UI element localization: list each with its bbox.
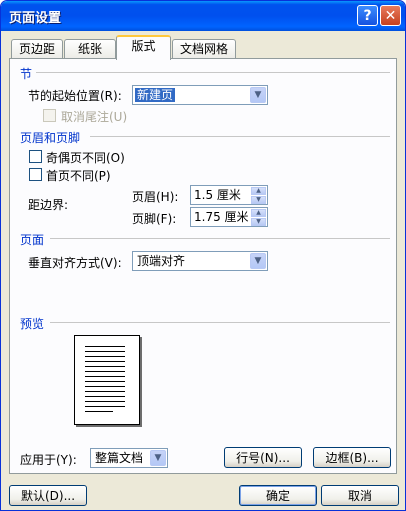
preview-divider xyxy=(50,322,390,323)
suppress-endnotes-checkbox[interactable] xyxy=(43,109,56,122)
header-distance-value: 1.5 厘米 xyxy=(194,188,241,202)
cancel-button[interactable]: 取消 xyxy=(321,485,399,506)
close-icon: ✕ xyxy=(384,7,397,24)
tab-paper[interactable]: 纸张 xyxy=(64,39,116,59)
section-group-title: 节 xyxy=(20,67,33,81)
page-group-title: 页面 xyxy=(20,233,45,247)
chevron-down-icon[interactable]: ▼ xyxy=(150,450,166,466)
chevron-down-icon[interactable]: ▼ xyxy=(250,253,266,269)
apply-to-value: 整篇文档 xyxy=(95,451,144,465)
help-button[interactable]: ? xyxy=(357,5,378,26)
headers-footers-divider xyxy=(90,136,390,137)
spin-up-icon[interactable]: ▲ xyxy=(251,187,266,195)
section-start-value: 新建页 xyxy=(135,88,176,102)
footer-distance-spinner[interactable]: 1.75 厘米 ▲ ▼ xyxy=(190,207,268,227)
chevron-down-icon[interactable]: ▼ xyxy=(250,87,266,103)
borders-button[interactable]: 边框(B)... xyxy=(313,447,391,468)
spin-up-icon[interactable]: ▲ xyxy=(251,209,266,217)
line-numbers-button[interactable]: 行号(N)... xyxy=(224,447,302,468)
tab-strip: 页边距 纸张 版式 文档网格 xyxy=(1,31,405,60)
preview-page-thumbnail xyxy=(74,335,140,425)
tab-document-grid[interactable]: 文档网格 xyxy=(172,39,236,59)
odd-even-different-checkbox[interactable] xyxy=(29,150,42,163)
header-distance-spinner[interactable]: 1.5 厘米 ▲ ▼ xyxy=(190,185,268,205)
ok-button[interactable]: 确定 xyxy=(239,485,317,506)
vertical-alignment-label: 垂直对齐方式(V): xyxy=(28,256,122,270)
headers-footers-group-title: 页眉和页脚 xyxy=(20,131,81,145)
page-setup-dialog: 页面设置 ? ✕ 页边距 纸张 版式 文档网格 节 节的起始位置(R): 新建页… xyxy=(0,0,406,511)
tab-margins[interactable]: 页边距 xyxy=(11,39,63,59)
vertical-alignment-value: 顶端对齐 xyxy=(137,254,186,268)
footer-distance-value: 1.75 厘米 xyxy=(194,210,249,224)
layout-tab-panel: 节 节的起始位置(R): 新建页 ▼ 取消尾注(U) 页眉和页脚 奇偶页不同(O… xyxy=(9,58,397,474)
preview-group-title: 预览 xyxy=(20,317,45,331)
section-divider xyxy=(36,72,390,73)
spin-down-icon[interactable]: ▼ xyxy=(251,196,266,204)
page-divider xyxy=(50,238,390,239)
odd-even-different-label: 奇偶页不同(O) xyxy=(46,151,125,165)
first-page-different-label: 首页不同(P) xyxy=(46,169,111,183)
first-page-different-checkbox[interactable] xyxy=(29,168,42,181)
tab-layout[interactable]: 版式 xyxy=(116,35,171,60)
spin-down-icon[interactable]: ▼ xyxy=(251,218,266,226)
apply-to-dropdown[interactable]: 整篇文档 ▼ xyxy=(90,448,168,468)
window-title: 页面设置 xyxy=(9,11,62,26)
section-start-label: 节的起始位置(R): xyxy=(28,89,122,103)
default-button[interactable]: 默认(D)... xyxy=(9,485,87,506)
suppress-endnotes-label: 取消尾注(U) xyxy=(61,110,128,124)
section-start-dropdown[interactable]: 新建页 ▼ xyxy=(132,85,268,105)
help-icon: ? xyxy=(363,7,372,24)
apply-to-label: 应用于(Y): xyxy=(20,453,77,467)
title-bar[interactable]: 页面设置 ? ✕ xyxy=(1,1,405,31)
vertical-alignment-dropdown[interactable]: 顶端对齐 ▼ xyxy=(132,251,268,271)
from-edge-label: 距边界: xyxy=(28,198,69,212)
close-button[interactable]: ✕ xyxy=(380,5,401,26)
header-distance-label: 页眉(H): xyxy=(132,190,179,204)
footer-distance-label: 页脚(F): xyxy=(132,212,177,226)
